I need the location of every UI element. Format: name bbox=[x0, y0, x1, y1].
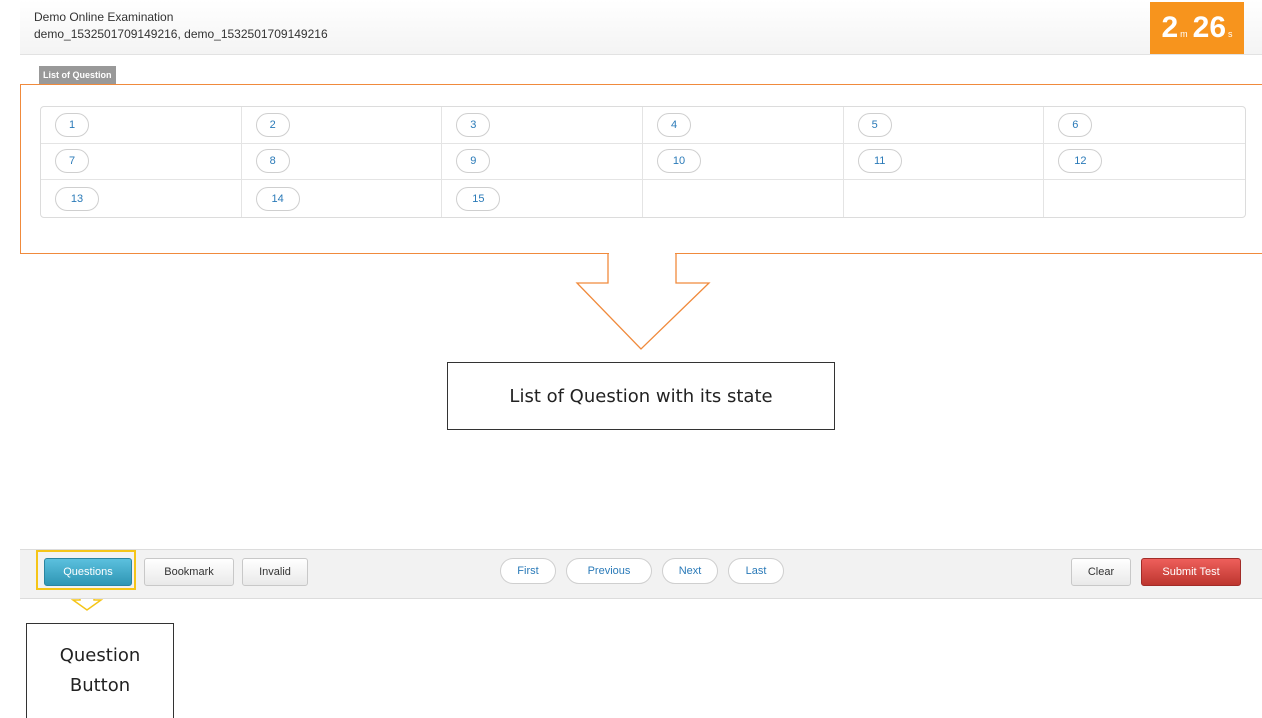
previous-button[interactable]: Previous bbox=[566, 558, 652, 584]
submit-test-button[interactable]: Submit Test bbox=[1141, 558, 1241, 586]
clear-button[interactable]: Clear bbox=[1071, 558, 1131, 586]
bookmark-button[interactable]: Bookmark bbox=[144, 558, 234, 586]
last-button[interactable]: Last bbox=[728, 558, 784, 584]
next-button[interactable]: Next bbox=[662, 558, 718, 584]
list-callout-arrow bbox=[575, 254, 711, 350]
questions-button[interactable]: Questions bbox=[44, 558, 132, 586]
annotation-arrows bbox=[70, 252, 711, 611]
question-button-callout: Question Button bbox=[26, 623, 174, 718]
question-list-callout: List of Question with its state bbox=[447, 362, 835, 430]
first-button[interactable]: First bbox=[500, 558, 556, 584]
callout-line-1: Question bbox=[59, 645, 141, 666]
callout-line-2: Button bbox=[69, 675, 131, 696]
bottom-toolbar: Questions Bookmark Invalid First Previou… bbox=[20, 549, 1262, 599]
invalid-button[interactable]: Invalid bbox=[242, 558, 308, 586]
